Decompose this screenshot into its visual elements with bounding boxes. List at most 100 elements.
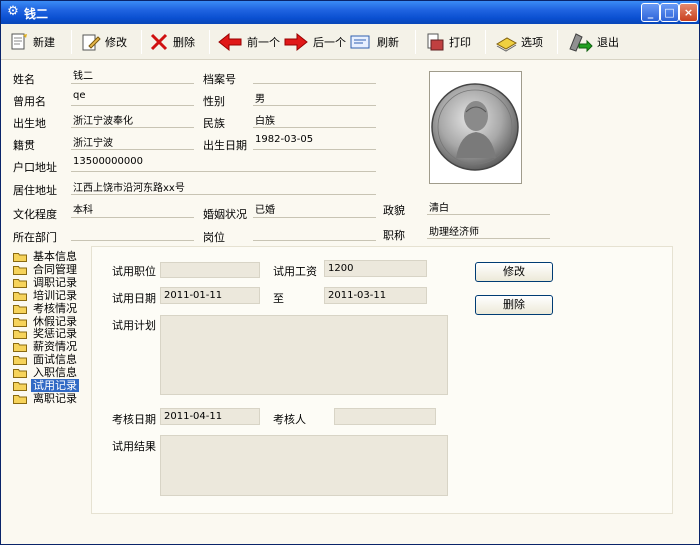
tree-node[interactable]: 考核情况: [13, 302, 91, 315]
probation-result-label: 试用结果: [112, 440, 156, 453]
former-name-value[interactable]: qe: [73, 90, 86, 101]
probation-edit-button[interactable]: 修改: [475, 262, 553, 282]
tree-node[interactable]: 基本信息: [13, 250, 91, 263]
folder-icon: [13, 304, 27, 314]
minimize-button[interactable]: _: [641, 3, 660, 22]
probation-end-date-field[interactable]: 2011-03-11: [324, 287, 427, 304]
probation-job-label: 试用职位: [112, 265, 156, 278]
arrow-right-icon: [284, 32, 308, 52]
arrow-left-icon: [218, 32, 242, 52]
title-value[interactable]: 助理经济师: [429, 223, 479, 238]
probation-salary-field[interactable]: 1200: [324, 260, 427, 277]
next-button[interactable]: 后一个: [283, 28, 346, 56]
gender-label: 性别: [203, 95, 225, 108]
probation-start-date-field[interactable]: 2011-01-11: [160, 287, 260, 304]
folder-icon: [13, 317, 27, 327]
residence-label: 居住地址: [13, 184, 57, 197]
gender-value[interactable]: 男: [255, 90, 265, 105]
probation-plan-label: 试用计划: [112, 319, 156, 332]
probation-result-textarea[interactable]: [160, 435, 448, 496]
birthplace-label: 出生地: [13, 117, 46, 130]
birthdate-label: 出生日期: [203, 139, 247, 152]
household-value[interactable]: 13500000000: [73, 156, 143, 167]
birthdate-value[interactable]: 1982-03-05: [255, 134, 313, 145]
employee-photo[interactable]: [429, 71, 522, 184]
app-icon: ⚙: [7, 4, 19, 19]
folder-icon: [13, 369, 27, 379]
review-date-field[interactable]: 2011-04-11: [160, 408, 260, 425]
close-button[interactable]: ×: [679, 3, 698, 22]
probation-panel: 试用职位 试用工资 1200 试用日期 2011-01-11 至 2011-03…: [91, 246, 673, 514]
ethnicity-value[interactable]: 白族: [255, 112, 275, 127]
tree-node[interactable]: 休假记录: [13, 315, 91, 328]
probation-salary-label: 试用工资: [273, 265, 317, 278]
probation-delete-button[interactable]: 删除: [475, 295, 553, 315]
prev-button[interactable]: 前一个: [217, 28, 280, 56]
native-label: 籍贯: [13, 139, 35, 152]
reviewer-field[interactable]: [334, 408, 436, 425]
coin-portrait-image: [431, 83, 519, 171]
folder-icon: [13, 278, 27, 288]
tree-node[interactable]: 面试信息: [13, 353, 91, 366]
file-no-label: 档案号: [203, 73, 236, 86]
tree-node-label: 基本信息: [33, 250, 77, 263]
marital-label: 婚姻状况: [203, 208, 247, 221]
tree-node-label: 薪资情况: [33, 340, 77, 354]
new-button[interactable]: 新建: [9, 28, 55, 56]
toolbar: 新建 修改 删除 前一个 后一个 刷新 打印 选项 退出: [1, 24, 699, 60]
delete-x-icon: [150, 33, 168, 51]
marital-value[interactable]: 已婚: [255, 201, 275, 216]
folder-icon: [13, 265, 27, 275]
tree-node[interactable]: 入职信息: [13, 366, 91, 379]
tree-node-label: 离职记录: [33, 391, 77, 405]
former-name-label: 曾用名: [13, 95, 46, 108]
options-button[interactable]: 选项: [495, 28, 543, 56]
edit-pencil-icon: [82, 34, 101, 51]
close-icon: ×: [683, 6, 694, 19]
position-label: 岗位: [203, 231, 225, 244]
folder-icon: [13, 330, 27, 340]
tree-node[interactable]: 调职记录: [13, 276, 91, 289]
tree-node[interactable]: 合同管理: [13, 263, 91, 276]
political-value[interactable]: 清白: [429, 199, 449, 214]
edit-button[interactable]: 修改: [81, 28, 127, 56]
print-button[interactable]: 打印: [425, 28, 471, 56]
ethnicity-label: 民族: [203, 117, 225, 130]
title-bar[interactable]: ⚙ 钱二 _ □ ×: [1, 1, 699, 24]
maximize-icon: □: [664, 6, 675, 19]
tree-node[interactable]: 奖惩记录: [13, 327, 91, 340]
probation-date-label: 试用日期: [112, 292, 156, 305]
education-value[interactable]: 本科: [73, 201, 93, 216]
record-category-tree: 基本信息 合同管理 调职记录 培训记录 考核情况 休假记录 奖惩记录 薪资情况 面试信息 入职信息…: [13, 246, 91, 514]
delete-button[interactable]: 删除: [149, 28, 195, 56]
options-book-icon: [496, 37, 517, 52]
folder-icon: [13, 253, 27, 262]
refresh-icon: [350, 35, 370, 49]
birthplace-value[interactable]: 浙江宁波奉化: [73, 112, 133, 127]
folder-icon: [13, 343, 27, 353]
exit-button[interactable]: 退出: [567, 28, 619, 56]
tree-node-label: 试用记录: [31, 379, 79, 392]
tree-node[interactable]: 离职记录: [13, 392, 91, 405]
tree-node-label: 面试信息: [33, 353, 77, 367]
folder-icon: [13, 382, 27, 391]
tree-node-label: 奖惩记录: [33, 327, 77, 341]
native-value[interactable]: 浙江宁波: [73, 134, 113, 149]
tree-node-label: 合同管理: [33, 262, 77, 276]
probation-plan-textarea[interactable]: [160, 315, 448, 395]
residence-value[interactable]: 江西上饶市沿河东路xx号: [73, 179, 185, 194]
tree-node[interactable]: 薪资情况: [13, 340, 91, 353]
tree-node-label: 调职记录: [33, 275, 77, 289]
tree-node-label: 考核情况: [33, 301, 77, 315]
tree-node-label: 培训记录: [33, 288, 77, 302]
name-value[interactable]: 钱二: [73, 67, 93, 82]
tree-node[interactable]: 试用记录: [13, 379, 91, 392]
probation-job-field[interactable]: [160, 262, 260, 278]
title-label: 职称: [383, 229, 405, 242]
folder-icon: [13, 394, 27, 404]
window-title: 钱二: [24, 7, 49, 21]
tree-node[interactable]: 培训记录: [13, 289, 91, 302]
minimize-icon: _: [647, 6, 654, 19]
maximize-button[interactable]: □: [660, 3, 679, 22]
refresh-button[interactable]: 刷新: [349, 28, 399, 56]
